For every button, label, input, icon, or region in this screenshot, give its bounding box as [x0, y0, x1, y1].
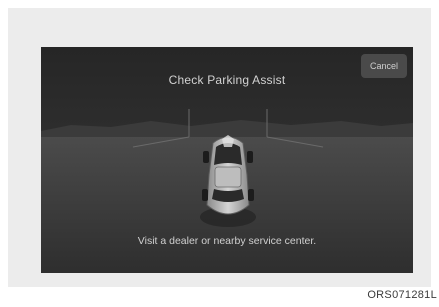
- figure-code: ORS071281L: [367, 289, 437, 301]
- service-message: Visit a dealer or nearby service center.: [137, 235, 317, 247]
- cancel-button[interactable]: Cancel: [361, 54, 407, 78]
- warning-screen: Check Parking Assist Cancel Visit a deal…: [41, 47, 413, 273]
- dialog-title: Check Parking Assist: [168, 73, 286, 87]
